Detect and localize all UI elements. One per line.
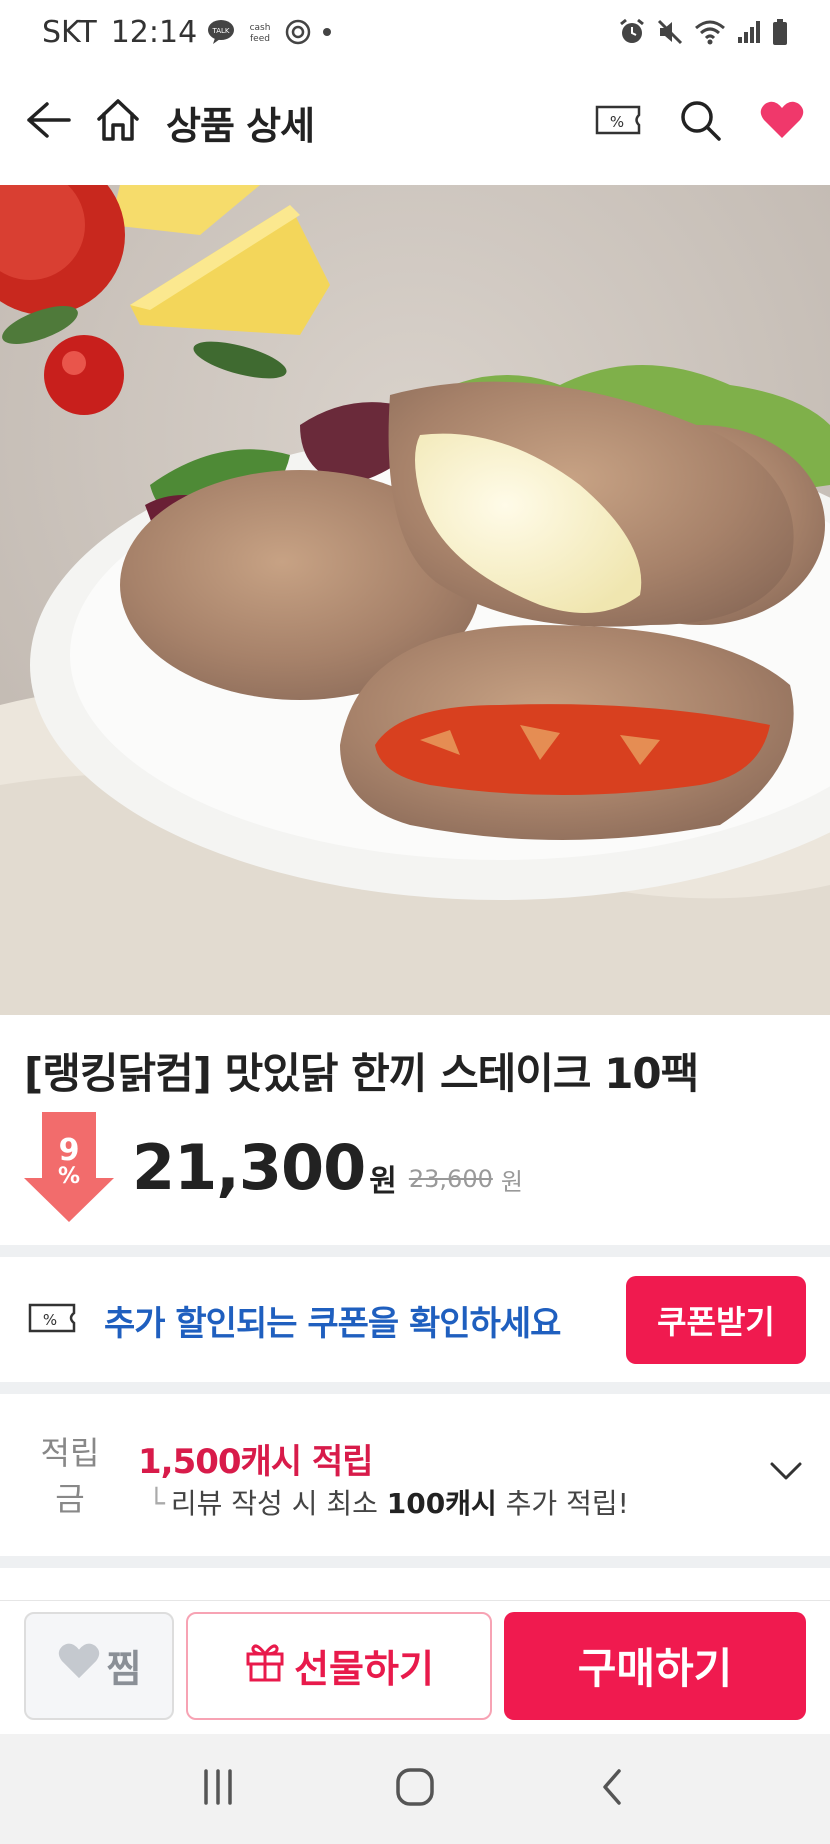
divider (0, 1382, 830, 1394)
header-coupon-button[interactable]: % (590, 94, 646, 150)
original-price-unit: 원 (500, 1167, 523, 1196)
talk-icon: TALK (207, 19, 235, 45)
product-title: [랭킹닭컴] 맛있닭 한끼 스테이크 10팩 (24, 1049, 699, 1098)
coupon-message[interactable]: 추가 할인되는 쿠폰을 확인하세요 (104, 1296, 561, 1345)
clock: 12:14 (110, 14, 198, 50)
points-amount: 1,500캐시 적립 (138, 1442, 374, 1482)
coupon-icon: % (595, 103, 641, 141)
gift-button[interactable]: 선물하기 (186, 1611, 492, 1720)
chevron-down-icon[interactable] (764, 1448, 808, 1492)
points-review-note: └ 리뷰 작성 시 최소 100캐시 추가 적립! (148, 1482, 629, 1522)
mute-icon (656, 18, 684, 46)
back-nav-button[interactable] (572, 1749, 652, 1829)
original-price: 23,600 (408, 1165, 493, 1193)
svg-text:%: % (43, 1311, 57, 1329)
home-circle-icon (394, 1766, 436, 1812)
home-icon (95, 97, 141, 147)
wifi-icon (694, 18, 726, 46)
discount-badge: 9 % (24, 1112, 114, 1222)
search-button[interactable] (672, 94, 728, 150)
home-nav-button[interactable] (375, 1749, 455, 1829)
points-sub-prefix: 리뷰 작성 시 최소 (170, 1487, 378, 1520)
cashfeed-icon: cash feed (245, 19, 275, 45)
discount-unit: % (57, 1164, 81, 1189)
gift-icon (244, 1640, 286, 1691)
search-icon (678, 98, 722, 146)
carrier-label: SKT (42, 14, 97, 50)
sale-price-unit: 원 (369, 1164, 397, 1199)
battery-icon (772, 18, 788, 46)
get-coupon-button[interactable]: 쿠폰받기 (626, 1276, 806, 1364)
system-nav-bar (0, 1734, 830, 1844)
coupon-row: % 추가 할인되는 쿠폰을 확인하세요 쿠폰받기 (0, 1258, 830, 1382)
svg-text:%: % (610, 113, 624, 131)
recent-apps-icon (198, 1769, 238, 1809)
wish-label: 찜 (106, 1647, 142, 1691)
recent-apps-button[interactable] (178, 1749, 258, 1829)
svg-text:cash: cash (250, 23, 271, 33)
app-header: 상품 상세 % (0, 64, 830, 180)
gift-label: 선물하기 (294, 1647, 434, 1691)
points-sub-suffix: 추가 적립! (505, 1487, 629, 1520)
purchase-action-bar: 찜 선물하기 구매하기 (0, 1600, 830, 1730)
wish-button[interactable]: 찜 (24, 1611, 174, 1720)
price-row: 9 % 21,300 원 23,600 원 (24, 1112, 523, 1222)
home-button[interactable] (90, 94, 146, 150)
sale-price: 21,300 (132, 1130, 366, 1204)
back-button[interactable] (20, 94, 76, 150)
product-image[interactable] (0, 185, 830, 1015)
heart-icon (57, 1642, 101, 1689)
points-label: 적립금 (40, 1434, 100, 1518)
signal-icon (736, 19, 762, 45)
discount-number: 9 (58, 1133, 80, 1168)
points-sub-bold: 100캐시 (386, 1487, 497, 1520)
back-arrow-icon (25, 100, 71, 144)
status-bar: SKT 12:14 TALK cash feed (0, 0, 830, 64)
divider (0, 1245, 830, 1257)
buy-button[interactable]: 구매하기 (504, 1611, 806, 1720)
heart-icon (759, 100, 805, 144)
svg-text:feed: feed (250, 34, 270, 44)
corner-arrow-icon: └ (148, 1487, 165, 1520)
ok-icon (285, 19, 311, 45)
divider (0, 1556, 830, 1568)
page-title: 상품 상세 (166, 103, 315, 148)
svg-text:TALK: TALK (212, 27, 230, 35)
alarm-icon (618, 18, 646, 46)
coupon-icon: % (28, 1301, 76, 1339)
wishlist-button[interactable] (754, 94, 810, 150)
points-row[interactable]: 적립금 1,500캐시 적립 └ 리뷰 작성 시 최소 100캐시 추가 적립! (0, 1394, 830, 1554)
back-chevron-icon (597, 1767, 627, 1811)
dot-icon (321, 26, 333, 38)
